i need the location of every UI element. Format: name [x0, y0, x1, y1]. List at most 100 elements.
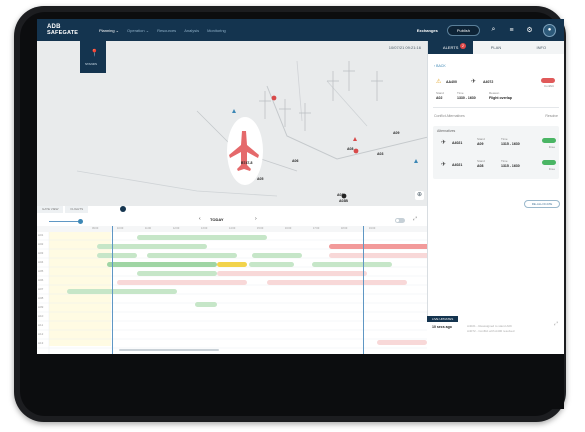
- conflict-flight-bar[interactable]: [377, 244, 427, 249]
- user-icon[interactable]: ●: [543, 23, 556, 37]
- flight-bar[interactable]: [137, 235, 267, 240]
- row-label: A11: [38, 323, 44, 327]
- reallocate-button[interactable]: RE-ALLOCATE: [524, 200, 560, 208]
- panel-tabs: ALERTS 2 PLAN INFO: [428, 41, 564, 54]
- stand-label: A03: [377, 152, 384, 156]
- row-label: A10: [38, 314, 44, 318]
- expand-icon[interactable]: ⤢: [413, 216, 417, 222]
- tab-plan[interactable]: PLAN: [473, 41, 518, 54]
- warning-icon: ⚠: [436, 79, 442, 85]
- tentative-flight-bar[interactable]: [329, 253, 427, 258]
- list-icon[interactable]: ≡: [507, 27, 516, 34]
- top-right-actions: Exchanges Publish ⌕ ≡ ⚙ ●: [417, 23, 556, 37]
- alert-field: Time 1330 - 1630: [457, 91, 476, 100]
- flight-bar[interactable]: [147, 253, 237, 258]
- nav-item-analysis[interactable]: Analysis: [184, 28, 199, 33]
- alternatives-box: Alternatives ✈ A4021 Stand A09 Time 1315 -…: [433, 126, 559, 179]
- alert-field: Stand A02: [436, 91, 444, 100]
- gear-icon[interactable]: ⚙: [525, 26, 534, 34]
- publish-button[interactable]: Publish: [446, 24, 480, 36]
- tentative-flight-bar[interactable]: [267, 280, 407, 285]
- flight-bar[interactable]: [252, 253, 302, 258]
- map-recenter-icon[interactable]: ⊕: [415, 191, 424, 200]
- flight-code: AA400: [446, 80, 457, 84]
- flight-bar[interactable]: [67, 289, 177, 294]
- flight-bar[interactable]: [312, 262, 392, 267]
- view-toggle[interactable]: [395, 218, 405, 223]
- airplane-icon: ✈: [441, 140, 447, 146]
- alert-card[interactable]: ⚠ AA400 ✈ A4072 Conflict Stand A02 Time 13…: [433, 74, 559, 108]
- flight-bar[interactable]: [107, 262, 217, 267]
- stand-label: A09: [393, 131, 400, 135]
- prev-day-icon[interactable]: ‹: [199, 216, 201, 222]
- alternative-row[interactable]: ✈ A4021 Stand A09 Time 1315 - 1630 Free: [433, 134, 560, 154]
- row-label: A12: [38, 332, 44, 336]
- warning-flight-bar[interactable]: [217, 262, 247, 267]
- exchanges-link[interactable]: Exchanges: [417, 28, 438, 33]
- zoom-slider[interactable]: [49, 221, 81, 222]
- alert-count-badge: 2: [460, 43, 466, 49]
- stand-label: A06: [292, 159, 299, 163]
- update-messages: A4021 - Reassigned to stand A09 A4072 - …: [467, 324, 515, 333]
- back-link[interactable]: ‹ BACK: [434, 64, 564, 68]
- zoom-slider-handle[interactable]: [78, 219, 83, 224]
- next-day-icon[interactable]: ›: [255, 216, 257, 222]
- current-time-line: [112, 226, 113, 354]
- gantt-timeline: GATE VIEW FLIGHTS ‹ TODAY › ⤢ 09:00 10:0…: [37, 206, 427, 354]
- alert-field: Reason Flight overlap: [489, 91, 512, 100]
- row-label: A13: [38, 341, 44, 345]
- help-icon[interactable]: [120, 206, 126, 212]
- tab-alerts[interactable]: ALERTS 2: [428, 41, 474, 54]
- stand-label: A03B: [339, 199, 348, 203]
- nav-item-resources[interactable]: Resources: [157, 28, 176, 33]
- status-text: Conflict: [543, 84, 554, 88]
- flight-bar[interactable]: [195, 302, 217, 307]
- horizontal-scrollbar[interactable]: [119, 349, 219, 351]
- airplane-icon: ✈: [471, 79, 477, 85]
- airport-map[interactable]: 10/07/21 09:21:16 📍 STANDS B747-8 A09 A0…: [37, 41, 427, 206]
- stand-label: A05: [257, 177, 264, 181]
- row-label: A02: [38, 242, 44, 246]
- tentative-flight-bar[interactable]: [117, 280, 247, 285]
- resolve-link[interactable]: Resolve: [545, 114, 558, 118]
- alternative-row[interactable]: ✈ A4021 Stand A08 Time 1315 - 1630 Free: [433, 156, 560, 176]
- tablet-bottom-bezel: [37, 354, 564, 409]
- map-datetime: 10/07/21 09:21:16: [388, 45, 421, 50]
- nav-item-planning[interactable]: Planning ⌄: [99, 28, 119, 33]
- stands-button[interactable]: 📍 STANDS: [80, 41, 106, 73]
- tentative-flight-bar[interactable]: [377, 340, 427, 345]
- row-label: A01: [38, 233, 44, 237]
- free-status-pill: [542, 138, 556, 143]
- stand-label: A02: [337, 193, 344, 197]
- live-updates-tag: LIVE UPDATES: [427, 316, 459, 322]
- alerts-panel: ALERTS 2 PLAN INFO ‹ BACK ⚠ AA400 ✈ A407…: [427, 41, 564, 354]
- flight-bar[interactable]: [137, 271, 217, 276]
- flight-bar[interactable]: [249, 262, 294, 267]
- logo: ADB SAFEGATE: [47, 24, 79, 36]
- tab-info[interactable]: INFO: [519, 41, 564, 54]
- nav-item-monitoring[interactable]: Monitoring: [207, 28, 226, 33]
- row-label: A09: [38, 305, 44, 309]
- tab-gate-view[interactable]: GATE VIEW: [37, 206, 64, 213]
- top-navigation-bar: ADB SAFEGATE Planning ⌄ Operation ⌄ Reso…: [37, 19, 564, 41]
- tentative-flight-bar[interactable]: [217, 271, 367, 276]
- timeline-tabs: GATE VIEW FLIGHTS: [37, 206, 89, 213]
- app-screen: ADB SAFEGATE Planning ⌄ Operation ⌄ Reso…: [37, 19, 564, 354]
- flight-bar[interactable]: [97, 244, 207, 249]
- today-button[interactable]: TODAY: [210, 217, 224, 222]
- conflict-section-header: Conflict Alternatives Resolve: [434, 114, 558, 118]
- stand-label: A08: [347, 147, 354, 151]
- row-label: A05: [38, 269, 44, 273]
- free-status-pill: [542, 160, 556, 165]
- conflict-status-pill: [541, 78, 555, 83]
- main-nav: Planning ⌄ Operation ⌄ Resources Analysi…: [99, 28, 226, 33]
- update-time: 10 secs ago: [432, 325, 452, 329]
- expand-icon[interactable]: ⤢: [554, 321, 558, 327]
- search-icon[interactable]: ⌕: [489, 26, 498, 34]
- tab-flights[interactable]: FLIGHTS: [65, 206, 89, 213]
- nav-item-operation[interactable]: Operation ⌄: [127, 28, 149, 33]
- flight-bar[interactable]: [97, 253, 137, 258]
- current-time-line: [363, 226, 364, 354]
- aircraft-label: B747-8: [241, 161, 253, 165]
- airplane-icon: ✈: [441, 162, 447, 168]
